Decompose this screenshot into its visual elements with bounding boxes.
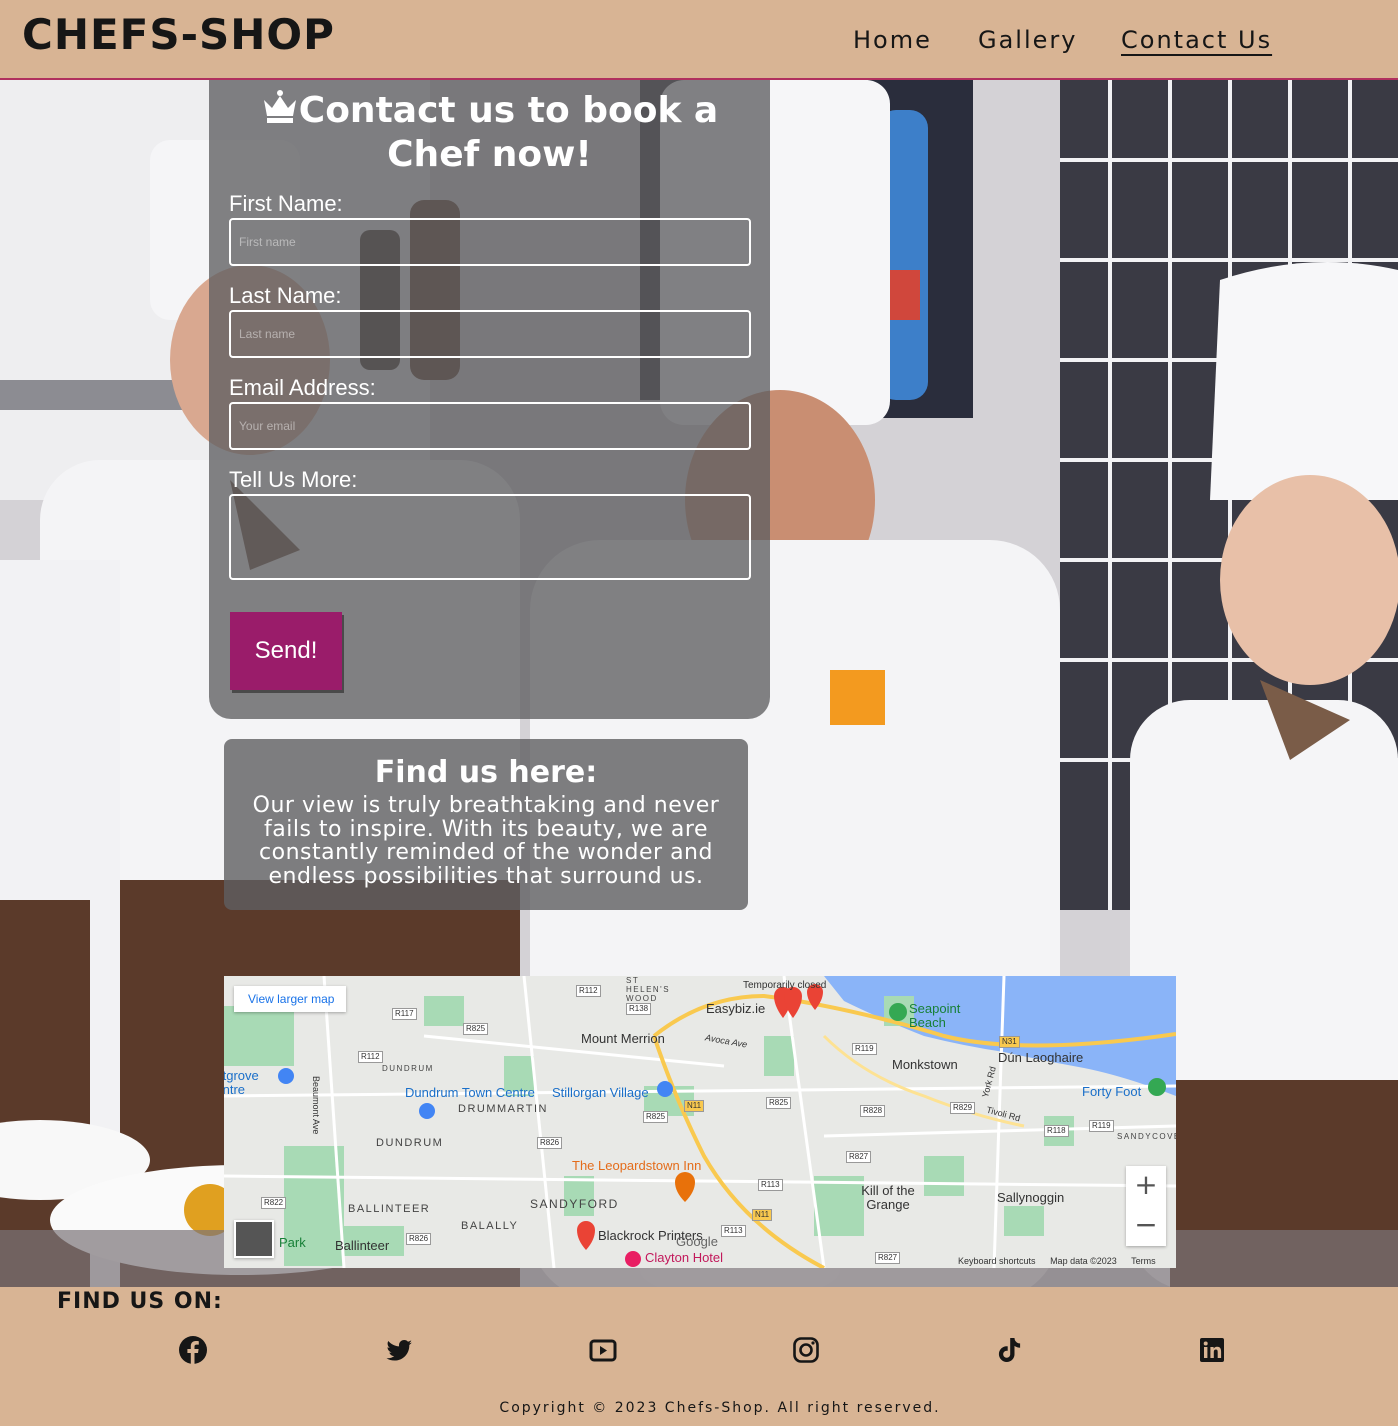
map-zoom-control: + − [1126,1166,1166,1246]
last-name-input[interactable] [229,310,751,358]
map-label-dundrum-town-centre: Dundrum Town Centre [405,1085,535,1100]
send-button[interactable]: Send! [230,612,342,690]
road-tag: R112 [358,1051,383,1063]
email-label: Email Address: [229,375,376,400]
site-header: CHEFS-SHOP Home Gallery Contact Us [0,0,1398,80]
zoom-out-button[interactable]: − [1126,1206,1166,1246]
road-tag: N11 [752,1209,773,1221]
copyright-text: Copyright © 2023 Chefs-Shop. All right r… [499,1400,941,1416]
map-label-sandycove: SANDYCOVE [1117,1132,1176,1141]
road-tag: R826 [537,1137,563,1149]
keyboard-shortcuts-link[interactable]: Keyboard shortcuts [958,1256,1036,1266]
road-tag: N11 [684,1100,705,1112]
road-tag: R119 [1089,1120,1114,1132]
instagram-icon[interactable] [791,1335,821,1365]
road-tag: R112 [576,985,601,997]
map-label-drummartin: DRUMMARTIN [458,1103,548,1115]
map-label-park: Park [279,1235,306,1250]
map-label-ballinteer: Ballinteer [335,1238,390,1253]
form-title-text: Contact us to book a Chef now! [298,90,719,175]
nav-gallery[interactable]: Gallery [978,26,1077,54]
nav-contact-us[interactable]: Contact Us [1121,26,1272,54]
map-attribution: Keyboard shortcuts Map data ©2023 Terms [958,1256,1168,1266]
find-us-box: Find us here: Our view is truly breathta… [224,739,748,910]
first-name-label: First Name: [229,191,343,216]
facebook-icon[interactable] [178,1335,208,1365]
map-label-dundrum-small: DUNDRUM [382,1064,434,1073]
map-label-dun-laoghaire: Dún Laoghaire [998,1050,1084,1065]
road-tag: R117 [392,1008,417,1020]
google-logo: Google [676,1234,718,1249]
map-label-beaumont-ave: Beaumont Ave [311,1076,321,1135]
embedded-map[interactable]: View larger map Mount Merrion Dundrum To… [224,976,1176,1268]
road-tag: R827 [846,1151,872,1163]
map-label-clayton-hotel: Clayton Hotel [645,1250,724,1265]
road-tag: R119 [852,1043,877,1055]
road-tag: R113 [758,1179,783,1191]
find-us-title: Find us here: [374,755,598,790]
map-data-text: Map data ©2023 [1050,1256,1117,1266]
road-tag: R118 [1044,1125,1069,1137]
find-us-on-heading: FIND US ON: [57,1289,223,1314]
zoom-in-button[interactable]: + [1126,1166,1166,1206]
road-tag: R825 [643,1111,669,1123]
site-footer: FIND US ON: Copyright © 2023 Chefs-Shop.… [0,1287,1398,1426]
road-tag: R822 [261,1197,287,1209]
tiktok-icon[interactable] [994,1335,1024,1365]
map-label-balally: BALALLY [461,1220,519,1232]
road-tag: N31 [999,1036,1020,1048]
road-tag: R826 [406,1233,432,1245]
road-tag: R138 [626,1003,652,1015]
map-label-stillorgan-village: Stillorgan Village [552,1085,649,1100]
map-label-nutgrove: Nutgrove Centre [224,1068,259,1097]
map-label-leopardstown-inn: The Leopardstown Inn [572,1158,702,1173]
road-tag: R825 [463,1023,489,1035]
map-label-forty-foot: Forty Foot [1082,1084,1142,1099]
youtube-icon[interactable] [588,1335,618,1365]
map-label-ballinteer-caps: BALLINTEER [348,1203,431,1215]
map-label-sandyford: SANDYFORD [530,1197,619,1211]
message-label: Tell Us More: [229,467,358,492]
twitter-icon[interactable] [384,1335,414,1365]
map-label-kill-of-the-grange: Kill of the Grange [861,1183,915,1212]
road-tag: R827 [875,1252,901,1264]
map-label-mount-merrion: Mount Merrion [581,1031,665,1046]
crown-icon [263,90,296,123]
map-label-easybiz: Easybiz.ie [706,1001,766,1016]
map-layer-toggle[interactable] [234,1220,274,1258]
contact-form: Contact us to book a Chef now! First Nam… [209,78,770,719]
email-input[interactable] [229,402,751,450]
map-label-temporarily-closed: Temporarily closed [743,980,827,991]
map-label-monkstown: Monkstown [892,1057,958,1072]
road-tag: R828 [860,1105,886,1117]
map-label-dundrum: DUNDRUM [376,1137,444,1149]
map-label-seapoint-beach: Seapoint Beach [909,1001,961,1030]
view-larger-map-link[interactable]: View larger map [234,986,346,1012]
map-label-st-helens-wood: ST HELEN'S WOOD [626,976,671,1003]
road-tag: R825 [766,1097,792,1109]
road-tag: R113 [721,1225,746,1237]
form-title: Contact us to book a Chef now! [209,88,770,177]
road-tag: R829 [950,1102,976,1114]
main-nav: Home Gallery Contact Us [0,26,1398,60]
linkedin-icon[interactable] [1197,1335,1227,1365]
terms-link[interactable]: Terms [1131,1256,1156,1266]
first-name-input[interactable] [229,218,751,266]
map-label-sallynoggin: Sallynoggin [997,1190,1065,1205]
nav-home[interactable]: Home [853,26,932,54]
message-textarea[interactable] [229,494,751,580]
last-name-label: Last Name: [229,283,342,308]
find-us-text: Our view is truly breathtaking and never… [252,793,720,889]
